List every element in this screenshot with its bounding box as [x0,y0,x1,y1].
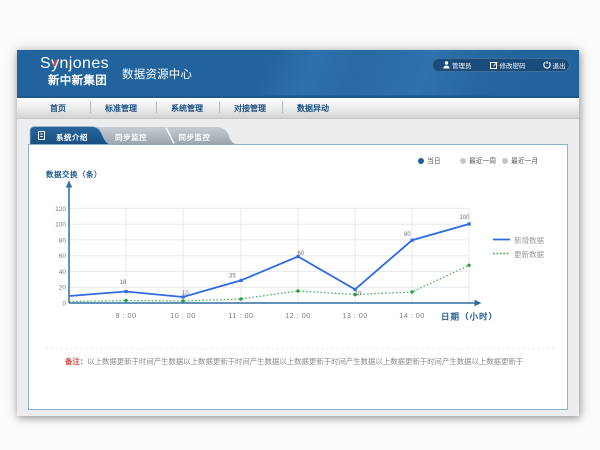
svg-text:80: 80 [59,237,67,244]
svg-text:9 : 00: 9 : 00 [116,311,137,320]
svg-text:14 : 00: 14 : 00 [399,311,424,320]
svg-text:11 : 00: 11 : 00 [229,311,254,320]
svg-text:100: 100 [460,215,471,221]
svg-text:日期（小时）: 日期（小时） [441,312,498,322]
svg-text:80: 80 [404,232,411,238]
svg-text:10: 10 [182,291,189,297]
svg-text:120: 120 [55,206,66,213]
svg-text:60: 60 [59,253,67,260]
svg-text:20: 20 [59,285,67,292]
svg-text:60: 60 [298,251,305,257]
svg-text:0: 0 [62,301,66,308]
svg-text:35: 35 [229,274,236,280]
svg-text:12 : 00: 12 : 00 [285,311,310,320]
svg-text:100: 100 [55,222,66,229]
svg-text:10 : 00: 10 : 00 [170,311,195,320]
svg-text:40: 40 [59,269,67,276]
svg-text:10: 10 [355,291,362,297]
svg-text:13 : 00: 13 : 00 [342,311,367,320]
svg-text:18: 18 [120,280,127,286]
